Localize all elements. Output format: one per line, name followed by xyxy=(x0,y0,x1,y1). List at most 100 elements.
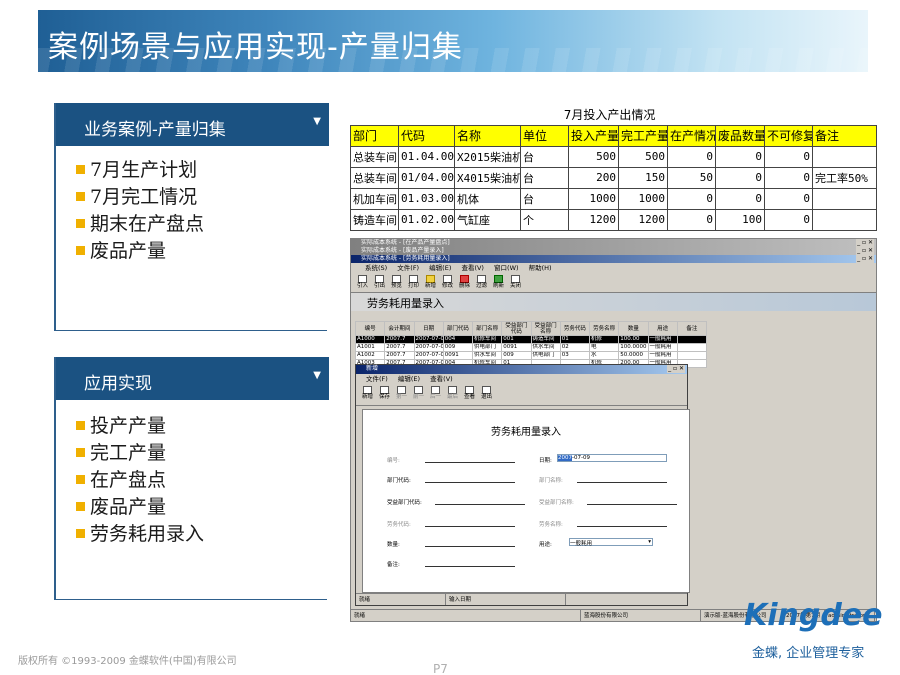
implementation-list: 投产产量 完工产量 在产盘点 废品产量 劳务耗用录入 xyxy=(76,413,204,548)
delete-icon xyxy=(460,275,469,283)
preview-icon xyxy=(392,275,401,283)
menu-window[interactable]: 窗口(W) xyxy=(494,264,519,272)
refresh-icon xyxy=(494,275,503,283)
panel-title: 应用实现 xyxy=(84,374,152,394)
table-row[interactable]: A1000 2007.7 2007-07-0 004 机修车间 001 铸造车间 01 机修 10… xyxy=(354,335,708,344)
preview-button[interactable]: 预览 xyxy=(389,273,404,292)
chevron-down-icon: ▾ xyxy=(648,539,651,545)
bullet-icon xyxy=(76,529,85,538)
export-button[interactable]: 引出 xyxy=(372,273,387,292)
list-item: 废品产量 xyxy=(76,494,204,521)
window-titlebar-active[interactable]: 实际成本系统 - [劳务耗用量录入] _ ▫ ✕ xyxy=(351,255,876,263)
save-icon xyxy=(380,386,389,394)
print-button[interactable]: 打印 xyxy=(406,273,421,292)
close-button[interactable]: 关闭 xyxy=(508,273,523,292)
menu-edit[interactable]: 编辑(E) xyxy=(429,264,451,272)
next-button[interactable]: 后一 xyxy=(428,384,443,405)
bullet-icon xyxy=(76,502,85,511)
first-button[interactable]: 第一 xyxy=(394,384,409,405)
bullet-icon xyxy=(76,475,85,484)
menu-file[interactable]: 文件(F) xyxy=(366,375,388,383)
menu-help[interactable]: 帮助(H) xyxy=(529,264,552,272)
window-controls-icon[interactable]: _ ▫ ✕ xyxy=(856,239,874,247)
last-button[interactable]: 最后 xyxy=(445,384,460,405)
window-titlebar[interactable]: 实际成本系统 - [在产品产量盘点] _ ▫ ✕ xyxy=(351,239,876,247)
menu-bar: 系统(S) 文件(F) 编辑(E) 查看(V) 窗口(W) 帮助(H) xyxy=(351,263,876,273)
list-item: 完工产量 xyxy=(76,440,204,467)
dialog-menu-bar: 文件(F) 编辑(E) 查看(V) xyxy=(356,374,687,384)
grid-header-row: 编号 会计期间 日期 部门代码 部门名称 受益部门代码 受益部门名称 劳务代码 劳务名称 数量 用途… xyxy=(354,321,708,336)
case-list: 7月生产计划 7月完工情况 期末在产盘点 废品产量 xyxy=(76,157,204,265)
form-title-band: 劳务耗用量录入 xyxy=(351,293,876,311)
panel-header[interactable]: 应用实现 ▼ xyxy=(56,357,329,400)
dialog-statusbar: 就绪 输入日期 xyxy=(356,593,687,605)
dialog-toolbar: 新增 保存 第一 前一 后一 最后 查看 退出 xyxy=(356,384,687,406)
date-field[interactable]: 日期: 2007-07-09 xyxy=(539,454,667,464)
bullet-icon xyxy=(76,421,85,430)
view-button[interactable]: 查看 xyxy=(462,384,477,405)
filter-button[interactable]: 过滤 xyxy=(474,273,489,292)
dialog-form: 劳务耗用量录入 编号: 日期: 2007-07-09 部门代码: 部门名称: 受益… xyxy=(362,409,690,593)
import-button[interactable]: 引入 xyxy=(355,273,370,292)
export-icon xyxy=(375,275,384,283)
dropdown-triangle-icon[interactable]: ▼ xyxy=(313,116,321,127)
output-spreadsheet: 7月投入产出情况 部门 代码 名称 单位 投入产量 完工产量 在产情况 废品数量 不可修复 备注 … xyxy=(350,104,878,232)
last-icon xyxy=(448,386,457,394)
menu-view[interactable]: 查看(V) xyxy=(461,264,484,272)
list-item: 废品产量 xyxy=(76,238,204,265)
edit-button[interactable]: 修改 xyxy=(440,273,455,292)
window-controls-icon[interactable]: _ ▫ ✕ xyxy=(856,247,874,255)
prev-button[interactable]: 前一 xyxy=(411,384,426,405)
slide-header: 案例场景与应用实现-产量归集 xyxy=(38,10,868,72)
bullet-icon xyxy=(76,219,85,228)
kingdee-logo: Kingdee xyxy=(744,598,883,633)
menu-edit[interactable]: 编辑(E) xyxy=(398,375,420,383)
sheet-title: 7月投入产出情况 xyxy=(454,104,765,126)
menu-view[interactable]: 查看(V) xyxy=(430,375,453,383)
list-item: 期末在产盘点 xyxy=(76,211,204,238)
table-row[interactable]: A1001 2007.7 2007-07-0 009 供电部门 0091 供水车间 02 电 10… xyxy=(354,343,708,352)
menu-file[interactable]: 文件(F) xyxy=(397,264,419,272)
window-titlebar[interactable]: 实际成本系统 - [废品产量录入] _ ▫ ✕ xyxy=(351,247,876,255)
first-icon xyxy=(397,386,406,394)
delete-button[interactable]: 删除 xyxy=(457,273,472,292)
panel-header[interactable]: 业务案例-产量归集 ▼ xyxy=(56,103,329,146)
benef-dept-code-field[interactable]: 受益部门代码: xyxy=(387,498,525,506)
service-name-field[interactable]: 劳务名称: xyxy=(539,520,667,528)
quantity-field[interactable]: 数量: xyxy=(387,540,515,548)
sheet-row: 机加车间01.03.001机体台10001000000 xyxy=(350,187,878,210)
window-controls-icon[interactable]: _ ▫ ✕ xyxy=(667,365,685,373)
dropdown-triangle-icon[interactable]: ▼ xyxy=(313,370,321,381)
slide-title: 案例场景与应用实现-产量归集 xyxy=(48,30,463,65)
window-controls-icon[interactable]: _ ▫ ✕ xyxy=(856,255,874,263)
implementation-panel: 应用实现 ▼ 投产产量 完工产量 在产盘点 废品产量 劳务耗用录入 xyxy=(54,357,329,600)
remark-field[interactable]: 备注: xyxy=(387,560,515,568)
list-item: 7月生产计划 xyxy=(76,157,204,184)
new-button[interactable]: 新增 xyxy=(423,273,438,292)
bullet-icon xyxy=(76,246,85,255)
menu-system[interactable]: 系统(S) xyxy=(365,264,387,272)
usage-select[interactable]: 用途: 一般耗用 ▾ xyxy=(539,538,653,548)
benef-dept-name-field[interactable]: 受益部门名称: xyxy=(539,498,677,506)
service-code-field[interactable]: 劳务代码: xyxy=(387,520,515,528)
list-item: 投产产量 xyxy=(76,413,204,440)
save-button[interactable]: 保存 xyxy=(377,384,392,405)
new-record-dialog: 新增 _ ▫ ✕ 文件(F) 编辑(E) 查看(V) 新增 保存 第一 前一 后一… xyxy=(355,364,690,606)
list-item: 7月完工情况 xyxy=(76,184,204,211)
slogan: 金蝶, 企业管理专家 xyxy=(752,646,865,661)
refresh-button[interactable]: 刷新 xyxy=(491,273,506,292)
no-field[interactable]: 编号: xyxy=(387,456,515,464)
bullet-icon xyxy=(76,165,85,174)
main-toolbar: 引入 引出 预览 打印 新增 修改 删除 过滤 刷新 关闭 xyxy=(351,273,876,293)
dialog-form-title: 劳务耗用量录入 xyxy=(491,427,561,438)
dept-code-field[interactable]: 部门代码: xyxy=(387,476,515,484)
close-icon xyxy=(511,275,520,283)
import-icon xyxy=(358,275,367,283)
new-button[interactable]: 新增 xyxy=(360,384,375,405)
view-icon xyxy=(465,386,474,394)
dept-name-field[interactable]: 部门名称: xyxy=(539,476,667,484)
table-row[interactable]: A1002 2007.7 2007-07-0 0091 供水车间 009 供电部门 03 水 50… xyxy=(354,351,708,360)
sheet-row: 总装车间01/04.002X4015柴油机台2001505000完工率50% xyxy=(350,166,878,189)
exit-button[interactable]: 退出 xyxy=(479,384,494,405)
dialog-titlebar[interactable]: 新增 _ ▫ ✕ xyxy=(356,365,687,374)
